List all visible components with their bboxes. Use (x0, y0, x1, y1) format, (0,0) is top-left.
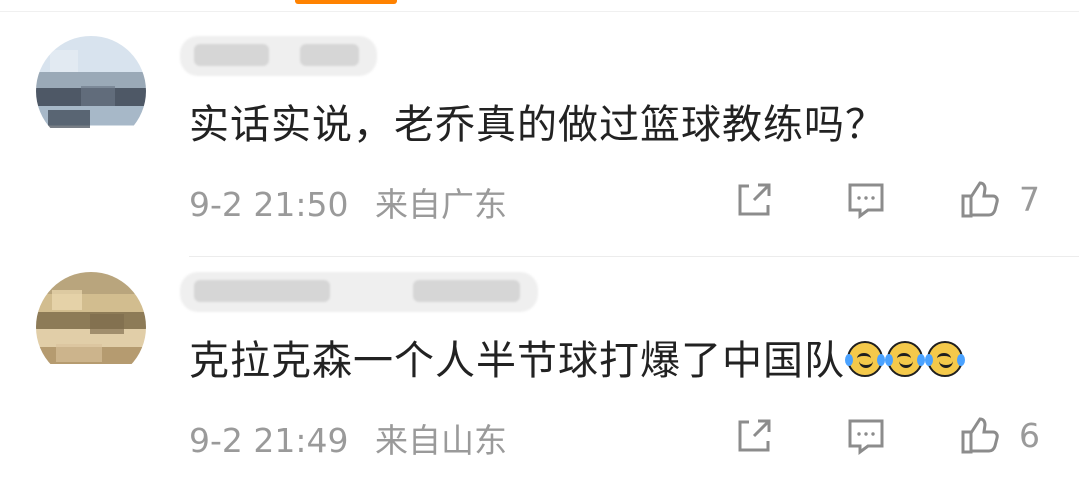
like-button[interactable]: 6 (957, 414, 1047, 458)
comment-text-body: 克拉克森一个人半节球打爆了中国队 (189, 338, 845, 384)
comment-list: 实话实说，老乔真的做过篮球教练吗？ 9-2 21:50 来自广东 7 克拉克森一… (0, 0, 1079, 497)
comment-item: 克拉克森一个人半节球打爆了中国队 9-2 21:49 来自山东 6 (0, 260, 1079, 497)
comment-icon (848, 183, 884, 219)
like-count: 7 (1019, 180, 1040, 219)
thumbs-up-icon (961, 181, 999, 218)
avatar[interactable] (36, 36, 146, 146)
tear-icon (925, 354, 933, 366)
tear-icon (845, 354, 853, 366)
comment-time: 9-2 21:50 (189, 185, 349, 224)
tear-icon (957, 354, 965, 366)
comment-icon (848, 419, 884, 455)
comment-divider (189, 256, 1079, 257)
avatar-blur-block (90, 314, 124, 334)
comment-item: 实话实说，老乔真的做过篮球教练吗？ 9-2 21:50 来自广东 7 (0, 24, 1079, 257)
comment-meta: 9-2 21:49 来自山东 (189, 421, 507, 461)
avatar-blur-block (50, 50, 78, 72)
laughing-tears-icon (885, 341, 925, 377)
comment-time: 9-2 21:49 (189, 421, 349, 460)
avatar[interactable] (36, 272, 146, 382)
share-button[interactable] (732, 414, 778, 458)
emoji-sequence (845, 341, 965, 377)
avatar-blur-block (81, 86, 115, 106)
comment-text: 实话实说，老乔真的做过篮球教练吗？ (189, 102, 886, 148)
comment-text: 克拉克森一个人半节球打爆了中国队 (189, 337, 965, 385)
reply-button[interactable] (844, 414, 892, 458)
avatar-blur-block (56, 344, 102, 362)
tear-icon (877, 354, 885, 366)
blurred-username[interactable] (180, 36, 377, 76)
tear-icon (917, 354, 925, 366)
tear-icon (885, 354, 893, 366)
share-button[interactable] (732, 178, 778, 222)
avatar-blur-block (52, 290, 82, 310)
comment-location: 来自山东 (375, 421, 507, 460)
laughing-tears-icon (845, 341, 885, 377)
comment-meta: 9-2 21:50 来自广东 (189, 185, 507, 225)
reply-button[interactable] (844, 178, 892, 222)
like-button[interactable]: 7 (957, 178, 1047, 222)
share-icon (738, 419, 771, 452)
active-tab-indicator (295, 0, 397, 4)
share-icon (738, 183, 771, 216)
comment-location: 来自广东 (375, 185, 507, 224)
top-divider (0, 11, 1079, 12)
blurred-username[interactable] (180, 272, 538, 312)
like-count: 6 (1019, 416, 1040, 455)
thumbs-up-icon (961, 417, 999, 454)
avatar-blur-block (48, 110, 90, 128)
laughing-tears-icon (925, 341, 965, 377)
